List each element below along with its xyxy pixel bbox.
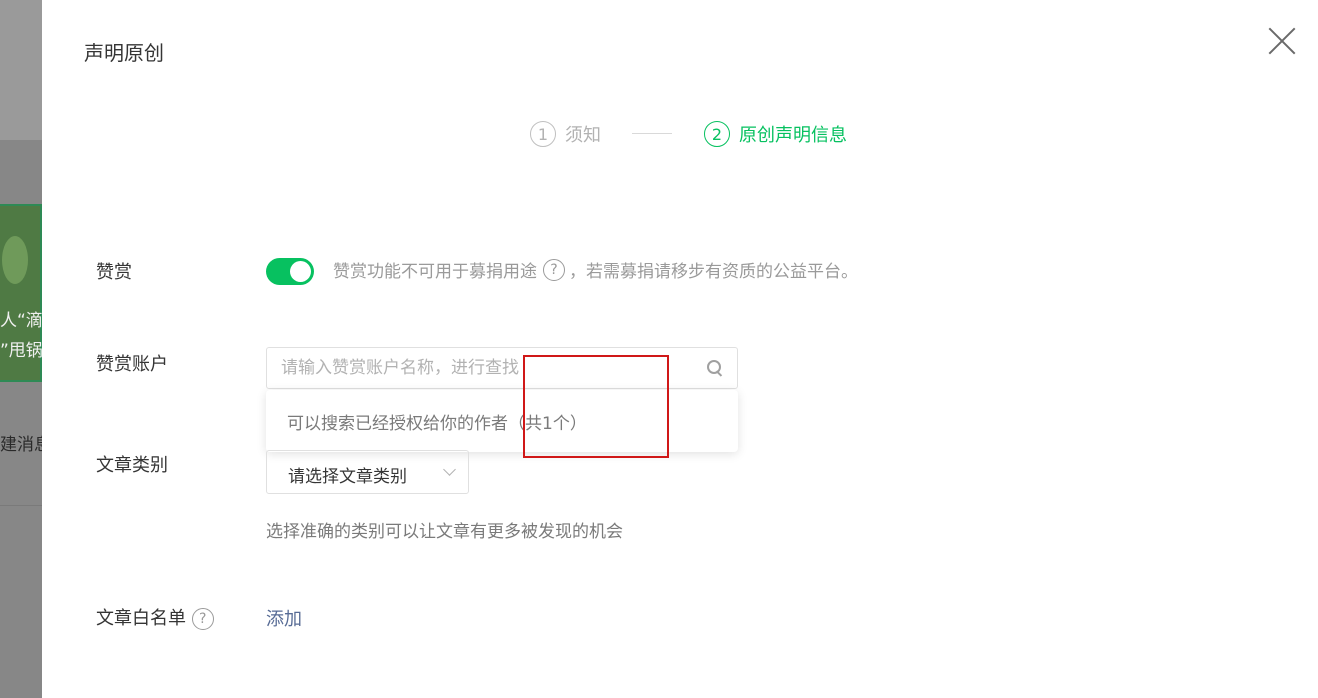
- chevron-down-icon: [443, 463, 456, 476]
- help-icon[interactable]: ?: [543, 258, 565, 281]
- category-tip: 选择准确的类别可以让文章有更多被发现的机会: [266, 522, 623, 542]
- category-select[interactable]: 请选择文章类别: [266, 450, 469, 494]
- reward-toggle[interactable]: [266, 258, 314, 285]
- whitelist-label: 文章白名单 ?: [96, 604, 214, 630]
- background-article-card: 人“滴 ”甩锅: [0, 204, 42, 382]
- step-notice: 1 须知: [530, 121, 601, 147]
- toggle-knob: [290, 261, 311, 282]
- background-page: 人“滴 ”甩锅 建消息: [0, 0, 42, 698]
- declare-original-dialog: 声明原创 1 须知 2 原创声明信息 赞赏 赞赏功能不可用于募捐用途 ? ，若需…: [42, 0, 1318, 698]
- reward-tip-text: 赞赏功能不可用于募捐用途: [333, 262, 537, 282]
- step-number: 2: [704, 121, 730, 147]
- reward-tip: 赞赏功能不可用于募捐用途 ? ，若需募捐请移步有资质的公益平台。: [333, 257, 858, 282]
- reward-label: 赞赏: [96, 262, 132, 283]
- step-label: 须知: [565, 125, 601, 146]
- category-label: 文章类别: [96, 455, 168, 476]
- step-connector: [632, 133, 672, 134]
- reward-account-label: 赞赏账户: [96, 354, 168, 375]
- category-select-value: 请选择文章类别: [288, 467, 407, 487]
- step-label: 原创声明信息: [739, 125, 847, 146]
- step-number: 1: [530, 121, 556, 147]
- background-card-text: ”甩锅: [0, 341, 42, 361]
- background-divider: [0, 505, 42, 506]
- search-icon[interactable]: [707, 360, 723, 376]
- dialog-title: 声明原创: [84, 41, 164, 65]
- whitelist-add-link[interactable]: 添加: [266, 605, 302, 631]
- background-card-text: 人“滴: [0, 311, 42, 331]
- close-icon[interactable]: [1268, 27, 1296, 55]
- reward-tip-text: ，若需募捐请移步有资质的公益平台。: [569, 262, 858, 282]
- highlight-box: [523, 355, 669, 458]
- background-message-text: 建消息: [0, 435, 42, 455]
- background-header: [0, 0, 42, 140]
- step-original-info: 2 原创声明信息: [704, 121, 847, 147]
- background-image: [2, 236, 28, 284]
- help-icon[interactable]: ?: [191, 608, 214, 630]
- whitelist-label-text: 文章白名单: [96, 608, 186, 629]
